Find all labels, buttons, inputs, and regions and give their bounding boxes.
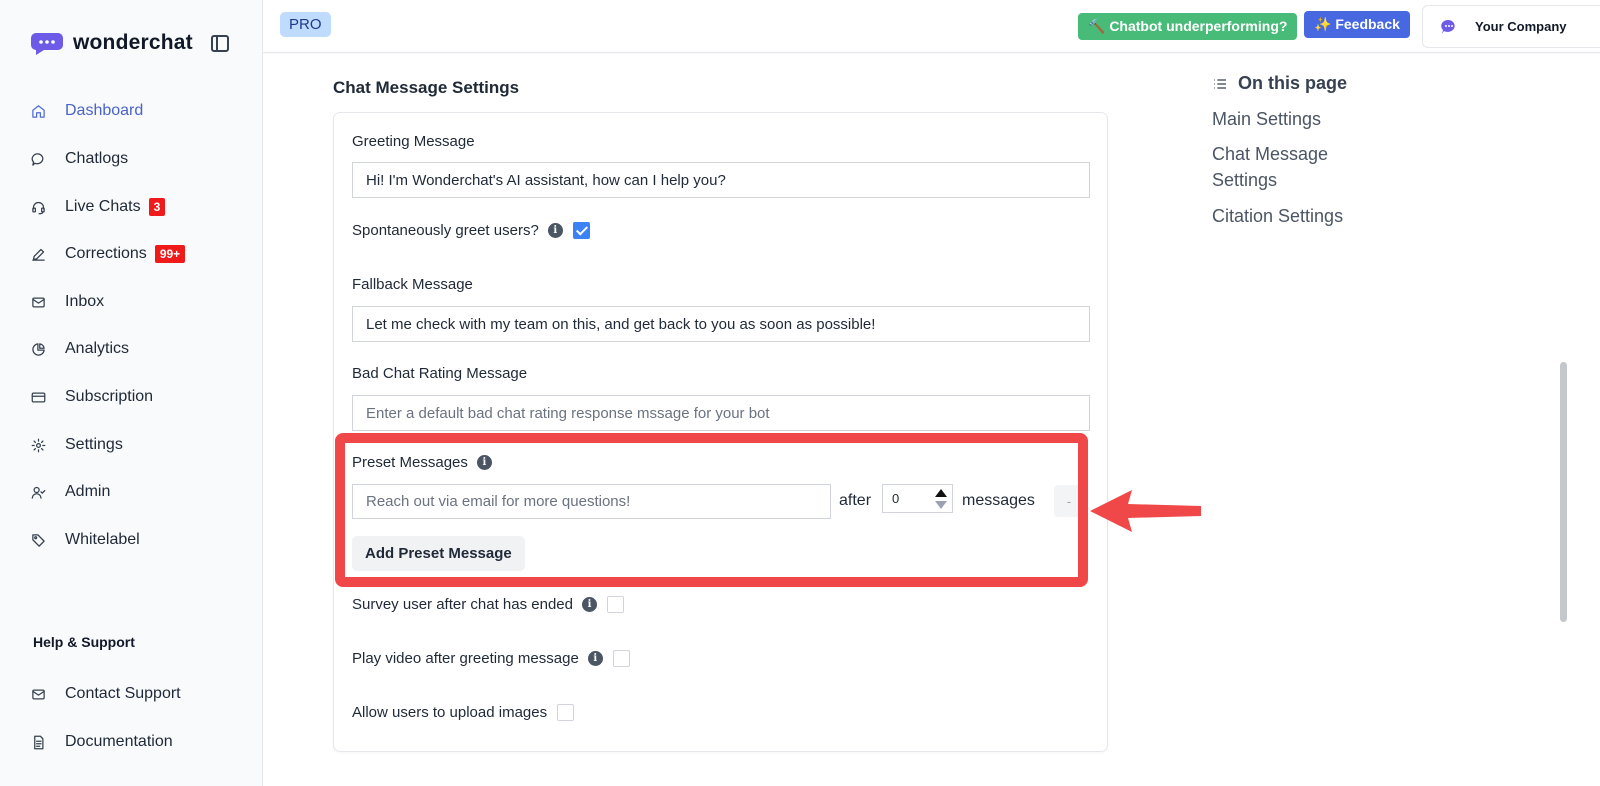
corrections-count-badge: 99+ (154, 245, 186, 263)
sidebar-item-live-chats[interactable]: Live Chats 3 (30, 191, 166, 223)
company-name: Your Company (1475, 19, 1567, 34)
sidebar-item-admin[interactable]: Admin (30, 476, 110, 508)
sidebar-item-chatlogs[interactable]: Chatlogs (30, 143, 128, 175)
preset-message-input[interactable] (352, 484, 831, 519)
sidebar-item-label: Live Chats (65, 198, 141, 215)
upload-images-checkbox[interactable] (557, 704, 575, 721)
pen-icon (30, 246, 47, 263)
preset-message-count-stepper[interactable]: 0 (882, 484, 953, 513)
mail-icon (30, 294, 47, 311)
sidebar: wonderchat Dashboard Chatlogs Live Chats… (0, 0, 263, 786)
add-preset-message-button[interactable]: Add Preset Message (352, 536, 525, 571)
page-scrollbar[interactable] (1560, 362, 1567, 622)
sidebar-item-corrections[interactable]: Corrections 99+ (30, 238, 186, 270)
info-icon[interactable]: i (547, 223, 563, 238)
fallback-message-label: Fallback Message (352, 276, 473, 293)
sidebar-item-label: Dashboard (65, 102, 144, 119)
remove-preset-button[interactable]: - (1054, 485, 1084, 517)
bad-chat-rating-input[interactable] (352, 395, 1090, 431)
chat-bubble-icon (30, 151, 47, 168)
spontaneous-greet-row: Spontaneously greet users? i (352, 222, 590, 239)
on-this-page-label: On this page (1238, 73, 1348, 93)
sidebar-item-label: Analytics (65, 340, 130, 357)
greeting-message-input[interactable] (352, 162, 1090, 198)
survey-checkbox[interactable] (606, 596, 624, 613)
help-support-heading: Help & Support (33, 634, 135, 650)
bad-chat-rating-label: Bad Chat Rating Message (352, 365, 528, 382)
company-switcher[interactable]: Your Company (1422, 5, 1600, 48)
play-video-label: Play video after greeting message (352, 650, 579, 667)
preset-count-value: 0 (892, 491, 900, 506)
sidebar-item-label: Inbox (65, 293, 105, 310)
feedback-button[interactable]: ✨ Feedback (1304, 11, 1410, 38)
survey-label: Survey user after chat has ended (352, 596, 573, 613)
preset-messages-label: Preset Messages (352, 454, 468, 471)
tag-icon (30, 532, 47, 549)
survey-row: Survey user after chat has ended i (352, 596, 624, 613)
sidebar-item-label: Subscription (65, 388, 154, 405)
sidebar-item-label: Settings (65, 436, 123, 453)
home-icon (30, 103, 47, 120)
sidebar-item-label: Documentation (65, 733, 173, 750)
stepper-up-icon[interactable] (935, 489, 947, 497)
on-this-page-heading: On this page (1212, 73, 1347, 94)
live-chats-count-badge: 3 (148, 198, 166, 216)
sidebar-item-label: Contact Support (65, 685, 181, 702)
chatbot-underperforming-button[interactable]: 🔨 Chatbot underperforming? (1078, 13, 1298, 40)
chat-bubble-icon (1441, 19, 1455, 34)
sidebar-item-contact-support[interactable]: Contact Support (30, 678, 181, 710)
messages-label: messages (962, 492, 1035, 509)
plan-badge: PRO (280, 12, 331, 37)
sidebar-item-label: Corrections (65, 245, 147, 262)
section-title: Chat Message Settings (333, 78, 520, 97)
toc-item-main-settings[interactable]: Main Settings (1212, 106, 1382, 132)
headset-icon (30, 199, 47, 216)
sidebar-item-analytics[interactable]: Analytics (30, 333, 129, 365)
info-icon[interactable]: i (476, 455, 492, 470)
upload-images-label: Allow users to upload images (352, 704, 548, 721)
sidebar-toggle-icon[interactable] (211, 35, 229, 52)
stepper-down-icon[interactable] (935, 501, 947, 509)
user-check-icon (30, 484, 47, 501)
wonderchat-logo-icon (31, 33, 63, 55)
info-icon[interactable]: i (581, 597, 597, 612)
sidebar-item-label: Admin (65, 483, 111, 500)
sidebar-item-dashboard[interactable]: Dashboard (30, 95, 143, 127)
after-label: after (839, 492, 872, 509)
sidebar-item-label: Whitelabel (65, 531, 140, 548)
list-icon (1214, 78, 1226, 89)
sidebar-item-label: Chatlogs (65, 150, 129, 167)
mail-icon (30, 686, 47, 703)
spontaneous-greet-checkbox[interactable] (572, 222, 590, 239)
play-video-checkbox[interactable] (612, 650, 630, 667)
brand[interactable]: wonderchat (30, 30, 193, 56)
chat-message-settings-card: Greeting Message Spontaneously greet use… (333, 112, 1108, 752)
info-icon[interactable]: i (587, 651, 603, 666)
sidebar-item-inbox[interactable]: Inbox (30, 286, 104, 318)
sidebar-item-settings[interactable]: Settings (30, 429, 123, 461)
credit-card-icon (30, 389, 47, 406)
main-content: Chat Message Settings Greeting Message S… (263, 54, 1600, 786)
toc-item-chat-message-settings[interactable]: Chat Message Settings (1212, 141, 1382, 193)
sidebar-item-subscription[interactable]: Subscription (30, 381, 153, 413)
toc-item-citation-settings[interactable]: Citation Settings (1212, 203, 1382, 229)
top-bar: PRO 🔨 Chatbot underperforming? ✨ Feedbac… (263, 0, 1600, 53)
sidebar-item-documentation[interactable]: Documentation (30, 726, 173, 758)
play-video-row: Play video after greeting message i (352, 650, 630, 667)
sidebar-item-whitelabel[interactable]: Whitelabel (30, 524, 140, 556)
preset-messages-row: Preset Messages i (352, 454, 492, 471)
greeting-message-label: Greeting Message (352, 133, 475, 150)
stepper-arrows[interactable] (934, 487, 948, 511)
spontaneous-greet-label: Spontaneously greet users? (352, 222, 539, 239)
document-icon (30, 734, 47, 751)
gear-icon (30, 437, 47, 454)
upload-images-row: Allow users to upload images (352, 704, 575, 721)
fallback-message-input[interactable] (352, 306, 1090, 342)
pie-chart-icon (30, 341, 47, 358)
brand-name: wonderchat (73, 31, 193, 54)
